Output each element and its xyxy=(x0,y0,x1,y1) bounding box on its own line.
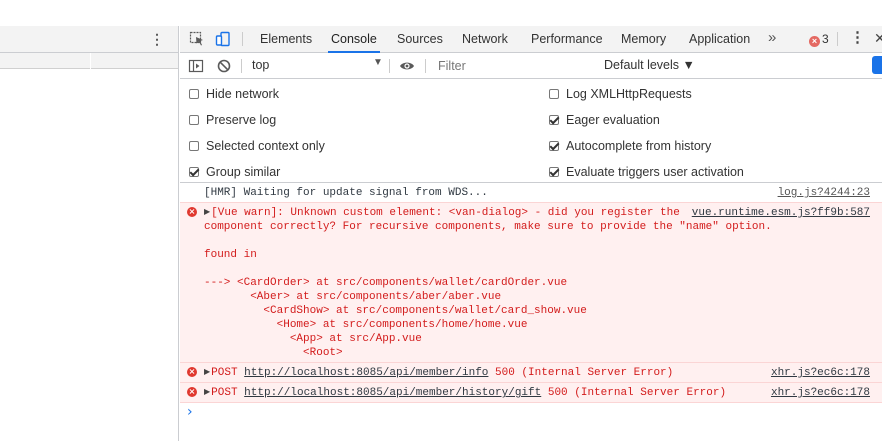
message-line: component correctly? For recursive compo… xyxy=(204,221,772,233)
trace-line: <CardShow> at src/components/wallet/card… xyxy=(204,305,587,317)
option-evaluate-triggers-user-activation[interactable]: Evaluate triggers user activation xyxy=(549,162,744,182)
checkbox-eager-evaluation[interactable] xyxy=(549,115,559,125)
toolbar-divider xyxy=(389,59,390,73)
option-selected-context-only[interactable]: Selected context only xyxy=(189,136,325,156)
request-status: 500 (Internal Server Error) xyxy=(495,367,674,379)
error-icon: × xyxy=(187,387,197,397)
inspect-element-icon[interactable] xyxy=(189,31,205,47)
tab-application[interactable]: Application xyxy=(689,26,750,53)
trace-line: <Root> xyxy=(204,347,343,359)
devtools-tabbar: Elements Console Sources Network Perform… xyxy=(180,26,882,53)
option-label: Autocomplete from history xyxy=(566,139,712,153)
page-pane: ⋮ xyxy=(0,26,179,441)
devtools-panel: Elements Console Sources Network Perform… xyxy=(180,26,882,441)
request-method: POST xyxy=(211,387,238,399)
prompt-chevron-icon: › xyxy=(187,404,193,420)
more-tabs-icon[interactable]: » xyxy=(768,26,776,50)
source-link[interactable]: xhr.js?ec6c:178 xyxy=(770,386,870,400)
option-log-xmlhttprequests[interactable]: Log XMLHttpRequests xyxy=(549,84,692,104)
console-prompt[interactable]: › xyxy=(180,403,882,423)
message-line: found in xyxy=(204,249,257,261)
console-message-log: [HMR] Waiting for update signal from WDS… xyxy=(180,183,882,203)
toolbar-divider xyxy=(425,59,426,73)
option-label: Preserve log xyxy=(206,113,277,127)
top-strip xyxy=(0,0,882,26)
device-toolbar-icon[interactable] xyxy=(215,31,231,47)
checkbox-log-xmlhttprequests[interactable] xyxy=(549,89,559,99)
tab-console[interactable]: Console xyxy=(328,26,380,53)
console-message-error: × ▶[Vue warn]: Unknown custom element: <… xyxy=(180,202,882,363)
checkbox-evaluate-triggers-user-activation[interactable] xyxy=(549,167,559,177)
tab-memory[interactable]: Memory xyxy=(621,26,666,53)
tab-sources[interactable]: Sources xyxy=(397,26,443,53)
option-label: Hide network xyxy=(206,87,279,101)
trace-line: ---> <CardOrder> at src/components/walle… xyxy=(204,277,568,289)
checkbox-hide-network[interactable] xyxy=(189,89,199,99)
context-dropdown-icon[interactable]: ▼ xyxy=(373,57,383,68)
option-label: Eager evaluation xyxy=(566,113,660,127)
source-link[interactable]: xhr.js?ec6c:178 xyxy=(770,366,870,380)
console-settings-pane: Hide network Preserve log Selected conte… xyxy=(180,79,882,183)
source-link[interactable]: vue.runtime.esm.js?ff9b:587 xyxy=(687,206,870,220)
option-label: Group similar xyxy=(206,165,281,179)
error-icon: × xyxy=(187,367,197,377)
console-message-error: × ▶POST http://localhost:8085/api/member… xyxy=(180,382,882,403)
console-settings-icon[interactable] xyxy=(872,56,882,74)
tabbar-divider xyxy=(837,32,838,46)
clear-console-icon[interactable] xyxy=(216,58,232,74)
tab-performance[interactable]: Performance xyxy=(531,26,603,53)
console-message-error: × ▶POST http://localhost:8085/api/member… xyxy=(180,362,882,383)
option-hide-network[interactable]: Hide network xyxy=(189,84,279,104)
console-messages: [HMR] Waiting for update signal from WDS… xyxy=(180,183,882,423)
option-group-similar[interactable]: Group similar xyxy=(189,162,280,182)
option-preserve-log[interactable]: Preserve log xyxy=(189,110,276,130)
filter-input[interactable] xyxy=(432,57,595,75)
error-icon: × xyxy=(809,36,820,47)
live-expression-eye-icon[interactable] xyxy=(399,58,415,74)
option-label: Log XMLHttpRequests xyxy=(566,87,692,101)
customize-menu-icon[interactable]: ⋮ xyxy=(850,26,865,50)
log-levels-dropdown[interactable]: Default levels ▼ xyxy=(604,58,695,72)
toolbar-divider xyxy=(241,59,242,73)
expand-triangle-icon[interactable]: ▶ xyxy=(204,206,210,220)
checkbox-autocomplete-from-history[interactable] xyxy=(549,141,559,151)
error-icon: × xyxy=(187,207,197,217)
left-more-icon[interactable]: ⋮ xyxy=(150,31,164,47)
option-eager-evaluation[interactable]: Eager evaluation xyxy=(549,110,660,130)
option-autocomplete-from-history[interactable]: Autocomplete from history xyxy=(549,136,711,156)
checkbox-group-similar[interactable] xyxy=(189,167,199,177)
close-icon[interactable]: ✕ xyxy=(874,26,882,51)
request-url-link[interactable]: http://localhost:8085/api/member/info xyxy=(244,367,488,379)
trace-line: <App> at src/App.vue xyxy=(204,333,422,345)
message-text: [Vue warn]: Unknown custom element: <van… xyxy=(211,207,680,219)
expand-triangle-icon[interactable]: ▶ xyxy=(204,386,210,400)
expand-triangle-icon[interactable]: ▶ xyxy=(204,366,210,380)
request-url-link[interactable]: http://localhost:8085/api/member/history… xyxy=(244,387,541,399)
trace-line: <Aber> at src/components/aber/aber.vue xyxy=(204,291,502,303)
tab-elements[interactable]: Elements xyxy=(260,26,312,53)
request-status: 500 (Internal Server Error) xyxy=(547,387,727,399)
source-link[interactable]: log.js?4244:23 xyxy=(778,186,870,200)
context-selector[interactable]: top xyxy=(252,58,269,72)
error-counter[interactable]: × 3 xyxy=(809,26,829,52)
left-subbar xyxy=(0,53,178,69)
tab-network[interactable]: Network xyxy=(462,26,508,53)
trace-line: <Home> at src/components/home/home.vue xyxy=(204,319,528,331)
option-label: Evaluate triggers user activation xyxy=(566,165,744,179)
checkbox-selected-context-only[interactable] xyxy=(189,141,199,151)
console-toolbar: top ▼ Default levels ▼ xyxy=(180,53,882,79)
message-text: [HMR] Waiting for update signal from WDS… xyxy=(204,187,488,199)
left-toolbar: ⋮ xyxy=(0,26,178,53)
request-method: POST xyxy=(211,367,238,379)
error-count: 3 xyxy=(822,32,829,46)
left-divider xyxy=(90,53,91,69)
checkbox-preserve-log[interactable] xyxy=(189,115,199,125)
show-sidebar-icon[interactable] xyxy=(188,58,204,74)
option-label: Selected context only xyxy=(206,139,325,153)
tabbar-divider xyxy=(242,32,243,46)
